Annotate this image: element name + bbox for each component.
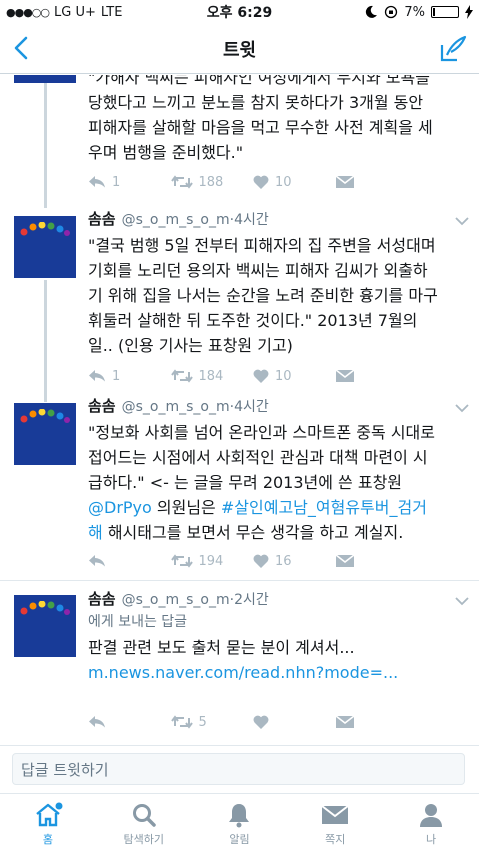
tweet-actions: 1 184 10 <box>88 365 418 387</box>
battery-percent: 7% <box>404 4 425 20</box>
retweet-icon <box>170 554 193 568</box>
retweet-icon <box>170 715 193 729</box>
avatar[interactable] <box>14 403 76 465</box>
retweet-button[interactable]: 194 <box>170 554 254 569</box>
tweet-header: 솜솜 @s_o_m_s_o_m·4시간 <box>88 208 466 229</box>
tweet-text: "결국 범행 5일 전부터 피해자의 집 주변을 서성대며 기회를 노리던 용의… <box>88 236 438 355</box>
thread-line <box>44 83 47 198</box>
carrier-label: LG U+ <box>54 4 96 20</box>
reply-input[interactable]: 답글 트윗하기 <box>12 753 465 785</box>
avatar[interactable] <box>14 595 76 657</box>
tweet-actions: 194 16 <box>88 550 418 572</box>
status-bar: ●●●○○ LG U+ LTE 오후 6:29 7% <box>0 0 479 24</box>
reply-button[interactable] <box>88 554 171 568</box>
person-icon <box>420 804 443 827</box>
tab-me[interactable]: 나 <box>383 794 479 853</box>
orientation-lock-icon <box>385 5 398 19</box>
envelope-icon <box>321 805 349 824</box>
chevron-down-icon[interactable] <box>455 216 469 226</box>
tweet-item[interactable]: "가해자 백씨는 피해자인 여성에게서 무시와 모욕을 당했다고 느끼고 분노를… <box>0 75 479 198</box>
retweet-icon <box>170 369 193 383</box>
dm-icon <box>335 175 354 188</box>
heart-icon <box>253 715 269 729</box>
hearts-image <box>20 222 70 236</box>
hearts-image <box>20 601 70 615</box>
reply-icon <box>89 370 105 382</box>
compose-icon[interactable] <box>439 35 467 63</box>
network-label: LTE <box>100 4 123 20</box>
dm-icon <box>335 369 354 382</box>
user-handle: @s_o_m_s_o_m·2시간 <box>121 592 269 608</box>
tweet-actions: 5 <box>88 711 418 733</box>
reply-button[interactable]: 1 <box>88 369 171 384</box>
avatar[interactable] <box>14 75 76 83</box>
signal-dots: ●●●○○ <box>6 5 50 19</box>
thread-line <box>44 280 47 402</box>
thread-line <box>44 186 47 208</box>
tab-messages[interactable]: 쪽지 <box>287 794 383 853</box>
heart-icon <box>253 369 269 383</box>
chevron-down-icon[interactable] <box>455 403 469 413</box>
divider <box>0 580 479 581</box>
tab-search[interactable]: 탐색하기 <box>96 794 192 853</box>
display-name[interactable]: 솜솜 <box>88 208 116 229</box>
tweet-actions: 1 188 10 <box>88 171 418 193</box>
dm-button[interactable] <box>335 369 419 383</box>
back-chevron-icon[interactable] <box>10 34 34 62</box>
tweet-text: 판결 관련 보도 출처 묻는 분이 계셔서... m.news.naver.co… <box>88 635 466 685</box>
dm-button[interactable] <box>335 554 419 568</box>
reply-icon <box>89 176 105 188</box>
tweet-item[interactable]: 솜솜 @s_o_m_s_o_m·4시간 "결국 범행 5일 전부터 피해자의 집… <box>0 186 479 402</box>
reply-icon <box>89 716 105 728</box>
user-handle: @s_o_m_s_o_m·4시간 <box>121 212 269 228</box>
reply-to-label[interactable]: 에게 보내는 답글 <box>88 611 466 631</box>
tweet-thread: "가해자 백씨는 피해자인 여성에게서 무시와 모욕을 당했다고 느끼고 분노를… <box>0 75 479 745</box>
tab-bar: 홈 탐색하기 알림 쪽지 나 <box>0 793 479 853</box>
hashtag-link-cont[interactable]: 해 <box>88 523 103 542</box>
hearts-image <box>20 409 70 423</box>
like-button[interactable]: 16 <box>253 554 336 569</box>
mention-link[interactable]: @DrPyo <box>88 498 152 517</box>
home-icon <box>36 802 63 827</box>
charging-icon <box>465 5 473 19</box>
display-name[interactable]: 솜솜 <box>88 588 116 609</box>
dm-icon <box>335 715 354 728</box>
article-link[interactable]: m.news.naver.com/read.nhn?mode=... <box>88 660 466 685</box>
chevron-down-icon[interactable] <box>455 596 469 606</box>
tweet-header: 솜솜 @s_o_m_s_o_m·2시간 <box>88 588 466 609</box>
dm-button[interactable] <box>335 715 419 729</box>
like-button[interactable]: 10 <box>253 369 336 384</box>
retweet-button[interactable]: 5 <box>170 715 254 730</box>
battery-icon <box>431 6 459 18</box>
user-handle: @s_o_m_s_o_m·4시간 <box>121 399 269 415</box>
tab-notifications[interactable]: 알림 <box>192 794 288 853</box>
avatar[interactable] <box>14 216 76 278</box>
bell-icon <box>229 804 250 828</box>
reply-icon <box>89 555 105 567</box>
retweet-button[interactable]: 184 <box>170 369 254 384</box>
dm-button[interactable] <box>335 175 419 189</box>
nav-bar: 트윗 <box>0 24 479 74</box>
tweet-header: 솜솜 @s_o_m_s_o_m·4시간 <box>88 395 466 416</box>
display-name[interactable]: 솜솜 <box>88 395 116 416</box>
like-button[interactable]: 10 <box>253 175 336 190</box>
tweet-item[interactable]: 솜솜 @s_o_m_s_o_m·4시간 "정보화 사회를 넘어 온라인과 스마트… <box>0 395 479 580</box>
reply-button[interactable]: 1 <box>88 175 171 190</box>
like-button[interactable] <box>253 715 336 729</box>
heart-icon <box>253 175 269 189</box>
retweet-button[interactable]: 188 <box>170 175 254 190</box>
search-icon <box>132 804 156 827</box>
reply-button[interactable] <box>88 715 171 729</box>
moon-icon <box>366 5 378 18</box>
dm-icon <box>335 554 354 567</box>
hashtag-link[interactable]: #살인예고남_여혐유투버_검거 <box>221 498 427 517</box>
page-title: 트윗 <box>222 39 257 61</box>
reply-compose-bar: 답글 트윗하기 <box>0 745 479 793</box>
tab-home[interactable]: 홈 <box>0 794 96 853</box>
retweet-icon <box>170 175 193 189</box>
tweet-text: "정보화 사회를 넘어 온라인과 스마트폰 중독 시대로 접어드는 시점에서 사… <box>88 423 435 542</box>
tweet-item[interactable]: 솜솜 @s_o_m_s_o_m·2시간 에게 보내는 답글 판결 관련 보도 출… <box>0 588 479 745</box>
tweet-text: "가해자 백씨는 피해자인 여성에게서 무시와 모욕을 당했다고 느끼고 분노를… <box>88 75 433 162</box>
heart-icon <box>253 554 269 568</box>
